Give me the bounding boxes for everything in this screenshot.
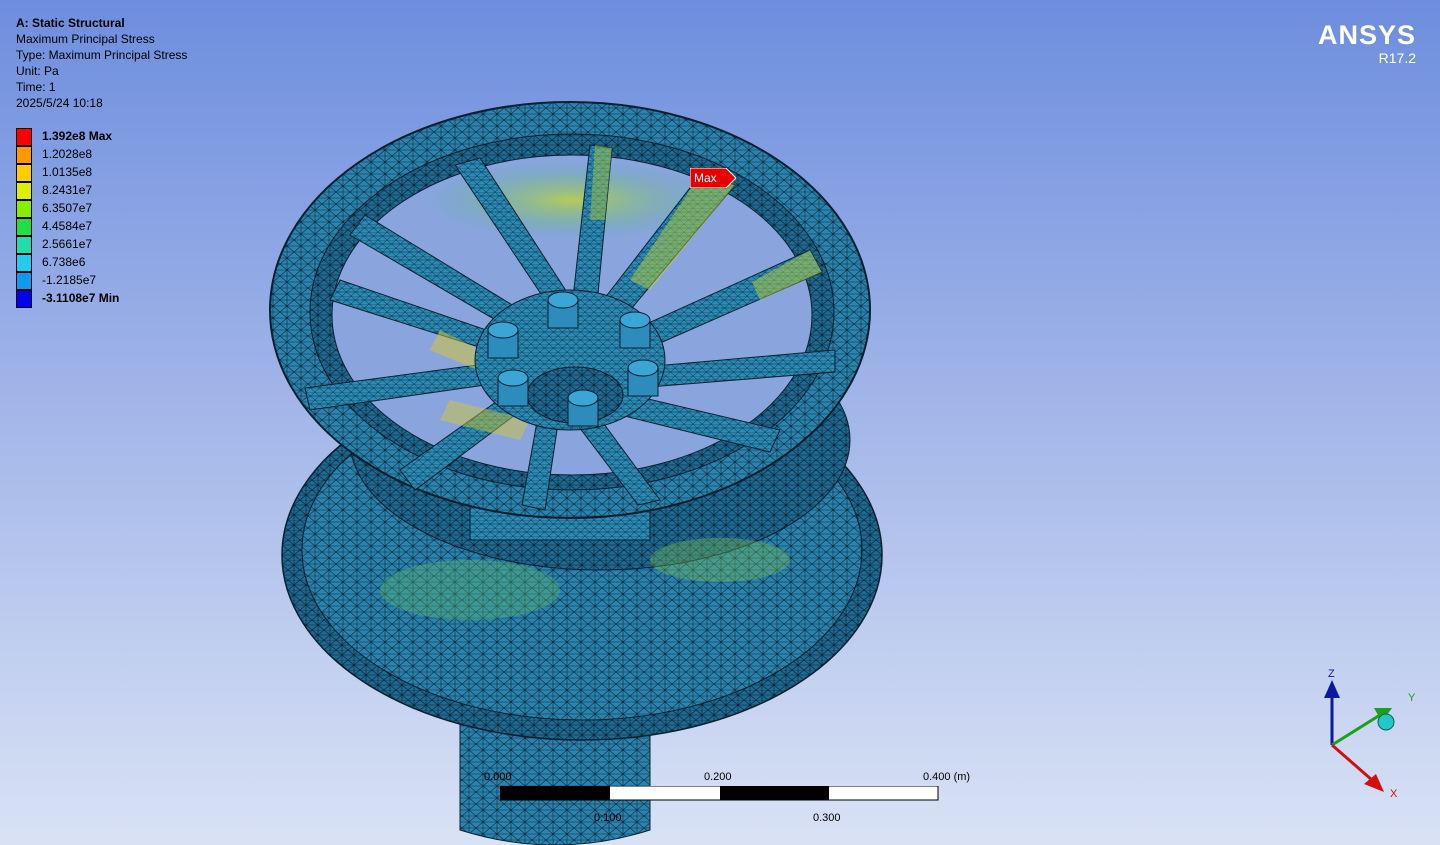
axis-triad[interactable]: Z Y X: [1310, 660, 1430, 810]
y-axis-label: Y: [1408, 692, 1416, 704]
z-axis-label: Z: [1328, 668, 1335, 680]
max-probe-label: Max: [694, 171, 717, 185]
max-probe-tag[interactable]: Max: [689, 167, 737, 189]
wheel-model-viewport[interactable]: [0, 0, 1440, 845]
scale-label-100: 0.100: [594, 812, 622, 824]
scale-label-300: 0.300: [813, 812, 841, 824]
x-axis-label: X: [1390, 788, 1398, 800]
scale-label-200: 0.200: [704, 771, 732, 783]
scale-label-0: 0.000: [484, 771, 512, 783]
scale-label-400: 0.400 (m): [923, 771, 971, 783]
triad-graphic: [1324, 680, 1395, 792]
scale-bar-graphic: [500, 786, 939, 801]
